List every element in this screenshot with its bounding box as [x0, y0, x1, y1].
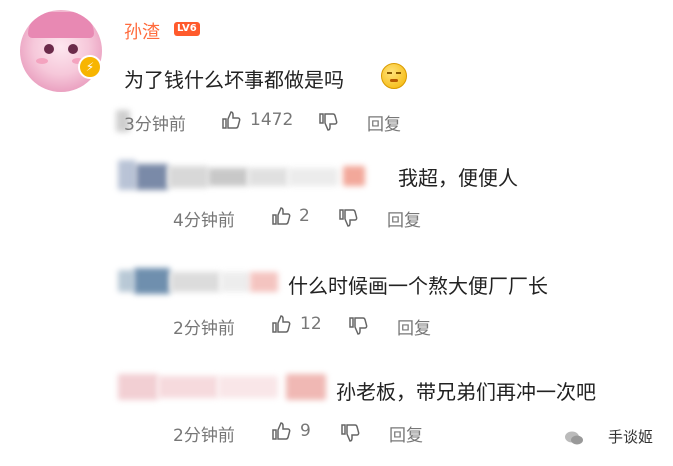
dislike-icon[interactable] — [340, 423, 360, 443]
username[interactable]: 孙渣 — [124, 18, 160, 44]
dislike-icon[interactable] — [338, 208, 358, 228]
like-count-1: 2 — [299, 206, 310, 226]
like-icon[interactable] — [221, 110, 241, 130]
reply-text-1: 我超，便便人 — [398, 166, 518, 190]
comment-text: 为了钱什么坏事都做是吗 — [124, 68, 344, 92]
reply-text-2: 什么时候画一个熬大便厂厂长 — [288, 274, 548, 298]
like-icon[interactable] — [271, 206, 291, 226]
reply-button-2[interactable]: 回复 — [397, 314, 431, 339]
like-count-2: 12 — [300, 314, 322, 334]
thinking-emoji-icon — [381, 63, 407, 89]
blurred-username-1 — [118, 160, 378, 190]
comment-time: 3分钟前 — [124, 115, 186, 135]
dislike-icon[interactable] — [348, 316, 368, 336]
reply-time-1: 4分钟前 — [173, 211, 235, 231]
avatar[interactable] — [20, 10, 102, 92]
reply-button[interactable]: 回复 — [367, 110, 401, 135]
like-icon[interactable] — [271, 421, 291, 441]
reply-time-3: 2分钟前 — [173, 426, 235, 446]
wechat-icon — [564, 430, 584, 446]
reply-button-1[interactable]: 回复 — [387, 206, 421, 231]
reply-button-3[interactable]: 回复 — [389, 421, 423, 446]
like-count-3: 9 — [300, 421, 311, 441]
like-icon[interactable] — [271, 314, 291, 334]
like-count: 1472 — [250, 110, 294, 130]
watermark: 手谈姬 — [607, 428, 653, 446]
blurred-username-3 — [118, 372, 338, 406]
reply-time-2: 2分钟前 — [173, 319, 235, 339]
dislike-icon[interactable] — [318, 112, 338, 132]
blurred-username-2 — [118, 266, 298, 296]
reply-text-3: 孙老板，带兄弟们再冲一次吧 — [336, 380, 596, 404]
verified-badge-icon: ⚡ — [78, 55, 102, 79]
level-badge: LV6 — [174, 22, 200, 36]
